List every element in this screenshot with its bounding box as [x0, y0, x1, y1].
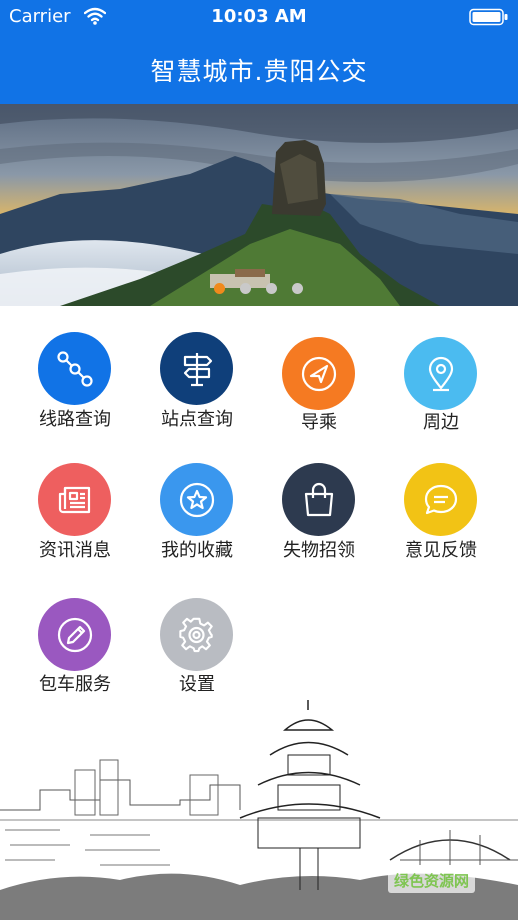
gear-icon [160, 598, 233, 671]
app-header: Carrier 10:03 AM 智慧城市.贵阳公交 [0, 0, 518, 104]
menu-label: 周边 [423, 412, 459, 433]
status-bar: Carrier 10:03 AM [0, 0, 518, 34]
shopping-bag-icon [282, 463, 355, 536]
menu-label: 站点查询 [161, 409, 233, 430]
star-icon [160, 463, 233, 536]
menu-label: 资讯消息 [39, 540, 111, 561]
banner-image [0, 104, 518, 306]
menu-label: 导乘 [301, 412, 337, 433]
menu-item-navigation[interactable]: 导乘 [264, 337, 374, 447]
menu-item-feedback[interactable]: 意见反馈 [386, 463, 496, 573]
route-icon [38, 332, 111, 405]
location-pin-icon [404, 337, 477, 410]
menu-item-news[interactable]: 资讯消息 [20, 463, 130, 573]
carousel-dot[interactable] [214, 283, 225, 294]
carousel-dot[interactable] [292, 283, 303, 294]
carousel-dot[interactable] [266, 283, 277, 294]
menu-item-favorites[interactable]: 我的收藏 [142, 463, 252, 573]
menu-item-lost-found[interactable]: 失物招领 [264, 463, 374, 573]
watermark-text: 绿色资源网 [388, 868, 476, 893]
banner-carousel[interactable] [0, 104, 518, 306]
battery-icon [469, 8, 509, 30]
menu-label: 意见反馈 [405, 540, 477, 561]
newspaper-icon [38, 463, 111, 536]
menu-label: 我的收藏 [161, 540, 233, 561]
carousel-dot[interactable] [240, 283, 251, 294]
status-time: 10:03 AM [211, 6, 307, 27]
menu-label: 失物招领 [283, 540, 355, 561]
menu-item-nearby[interactable]: 周边 [386, 337, 496, 447]
menu-item-stop-search[interactable]: 站点查询 [142, 332, 252, 442]
navigation-icon [282, 337, 355, 410]
menu-label: 线路查询 [39, 409, 111, 430]
chat-bubble-icon [404, 463, 477, 536]
signpost-icon [160, 332, 233, 405]
edit-pencil-icon [38, 598, 111, 671]
page-title: 智慧城市.贵阳公交 [150, 57, 368, 86]
menu-item-route-search[interactable]: 线路查询 [20, 332, 130, 442]
